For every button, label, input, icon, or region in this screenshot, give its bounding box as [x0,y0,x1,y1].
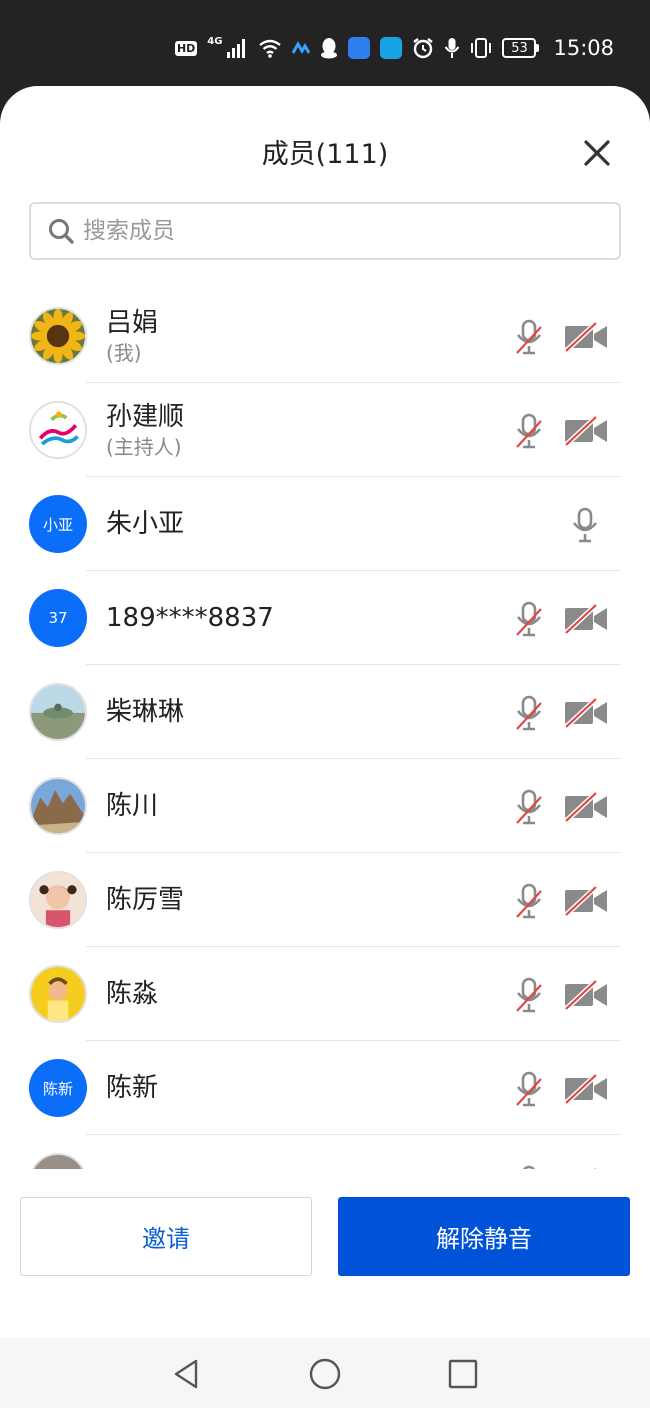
avatar: 小亚 [29,495,87,553]
member-row[interactable]: 陈厉雪 [0,853,650,947]
member-role: (我) [106,341,142,365]
avatar: 陈新 [29,1059,87,1117]
close-icon[interactable] [582,138,612,168]
member-row[interactable]: 陈新 陈新 [0,1041,650,1135]
battery-tip [536,44,540,52]
mic-muted-icon[interactable] [514,695,544,731]
mic-muted-icon[interactable] [514,1165,544,1169]
avatar [29,777,87,835]
member-name: 朱小亚 [106,509,185,539]
camera-off-icon[interactable] [564,1073,608,1105]
member-name: 陈川 [106,791,159,821]
unmute-all-button[interactable]: 解除静音 [338,1197,630,1276]
camera-off-icon[interactable] [564,885,608,917]
camera-off-icon[interactable] [564,791,608,823]
search-input[interactable] [83,218,619,244]
avatar [29,965,87,1023]
avatar-text: 小亚 [42,515,73,534]
mic-muted-icon[interactable] [514,413,544,449]
recents-icon[interactable] [445,1356,481,1392]
status-time: 15:08 [553,36,614,60]
member-row[interactable]: 柴琳琳 [0,665,650,759]
avatar [29,871,87,929]
camera-off-icon[interactable] [564,697,608,729]
avatar [29,1153,87,1169]
member-name-block: 孙建顺 (主持人) [106,383,184,477]
member-row[interactable]: 陈川 [0,759,650,853]
wifi-icon [259,39,282,58]
mic-muted-icon[interactable] [514,977,544,1013]
navigation-bar [0,1338,650,1408]
members-sheet: 成员(111) 吕娟 (我) 孙建顺 (主持人) 小亚 朱小亚 37 189****8837 柴… [0,86,650,1338]
weather-app-icon [348,37,371,59]
mic-icon[interactable] [570,507,600,543]
camera-off-icon[interactable] [564,603,608,635]
mic-muted-icon[interactable] [514,319,544,355]
mic-muted-icon[interactable] [514,601,544,637]
signal-icon [227,39,246,58]
camera-off-icon[interactable] [564,1167,608,1169]
member-row-partial[interactable] [0,1135,650,1169]
member-name: 陈新 [106,1073,159,1103]
member-name-block: 陈厉雪 [106,853,184,947]
battery-indicator: 53 [502,38,540,58]
member-role: (主持人) [106,435,182,459]
member-name-block: 柴琳琳 [106,665,184,759]
vibrate-icon [471,38,492,58]
camera-off-icon[interactable] [564,321,608,353]
member-name-block: 陈川 [106,759,158,853]
battery-level: 53 [502,38,537,58]
member-name: 陈淼 [106,979,159,1009]
status-icons: HD 4G 53 15:08 [174,34,614,62]
member-name-block: 陈新 [106,1041,158,1135]
member-name: 孙建顺 [106,402,185,432]
status-bar: HD 4G 53 15:08 [0,0,650,95]
action-bar: 邀请 解除静音 [0,1184,650,1338]
mic-muted-icon[interactable] [514,883,544,919]
sheet-title: 成员(111) [261,139,389,170]
member-name-block: 朱小亚 [106,477,184,571]
member-name: 吕娟 [106,308,159,338]
app-wave-icon [292,41,311,54]
member-row[interactable]: 37 189****8837 [0,571,650,665]
invite-button[interactable]: 邀请 [20,1197,312,1276]
member-row[interactable]: 小亚 朱小亚 [0,477,650,571]
avatar [29,307,87,365]
member-row[interactable]: 吕娟 (我) [0,289,650,383]
member-name-block: 陈淼 [106,947,158,1041]
member-name: 陈厉雪 [106,885,185,915]
member-row[interactable]: 陈淼 [0,947,650,1041]
member-name-block: 189****8837 [106,571,274,665]
search-box[interactable] [29,202,621,260]
member-name: 柴琳琳 [106,697,185,727]
home-icon[interactable] [307,1356,343,1392]
mic-muted-icon[interactable] [514,789,544,825]
avatar [29,401,87,459]
avatar-text: 陈新 [42,1079,73,1098]
hd-indicator: HD [174,40,198,56]
microphone-status-icon [445,38,460,58]
search-app-icon [380,37,403,59]
camera-off-icon[interactable] [564,979,608,1011]
member-name-block: 吕娟 (我) [106,289,158,383]
network-type: 4G [207,36,223,47]
avatar-text: 37 [48,609,68,627]
search-icon [49,219,74,244]
member-name: 189****8837 [106,603,274,633]
qq-icon [321,38,338,59]
avatar: 37 [29,589,87,647]
mic-muted-icon[interactable] [514,1071,544,1107]
member-row[interactable]: 孙建顺 (主持人) [0,383,650,477]
avatar [29,683,87,741]
camera-off-icon[interactable] [564,415,608,447]
back-icon[interactable] [168,1356,204,1392]
member-list[interactable]: 吕娟 (我) 孙建顺 (主持人) 小亚 朱小亚 37 189****8837 柴琳琳陈川陈厉雪陈… [0,289,650,1169]
alarm-icon [413,38,434,59]
